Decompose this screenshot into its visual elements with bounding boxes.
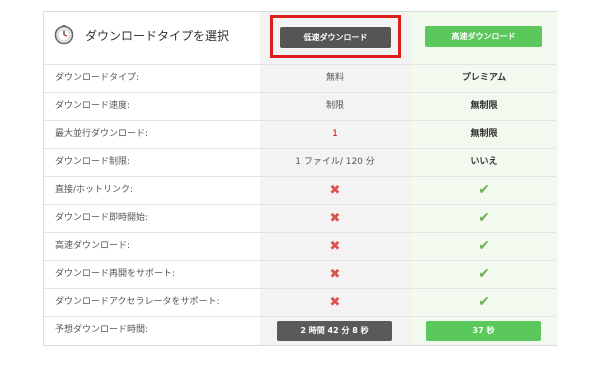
table-row: 高速ダウンロード: ✖ ✔ (44, 232, 556, 260)
clock-icon (54, 25, 74, 45)
cross-icon: ✖ (329, 295, 341, 310)
row-label: 予想ダウンロード時間: (55, 325, 149, 335)
cross-icon: ✖ (329, 211, 341, 226)
free-value: ✖ (260, 289, 410, 318)
free-value: 1 ファイル/ 120 分 (295, 157, 375, 167)
free-value: ✖ (260, 261, 410, 290)
row-label: ダウンロード再開をサポート: (55, 269, 176, 279)
slow-time-badge[interactable]: 2 時間 42 分 8 秒 (277, 321, 392, 341)
page-title: ダウンロードタイプを選択 (85, 29, 230, 43)
download-type-table: ダウンロードタイプを選択 低速ダウンロード 高速ダウンロード ダウンロードタイプ… (43, 11, 558, 346)
free-value: 制限 (325, 101, 344, 111)
table-row: 最大並行ダウンロード: 1 無制限 (44, 120, 556, 148)
free-value: 無料 (325, 73, 344, 83)
premium-value: ✔ (410, 261, 558, 290)
cross-icon: ✖ (329, 267, 341, 282)
row-label: ダウンロードアクセラレータをサポート: (55, 297, 220, 307)
check-icon: ✔ (478, 294, 490, 310)
estimated-time-row: 予想ダウンロード時間: 2 時間 42 分 8 秒 37 秒 (44, 316, 556, 344)
highlight-box (270, 15, 401, 58)
row-label: ダウンロード即時開始: (55, 213, 149, 223)
row-label: 直接/ホットリンク: (55, 185, 134, 195)
table-row: 直接/ホットリンク: ✖ ✔ (44, 176, 556, 204)
row-label: 最大並行ダウンロード: (55, 129, 149, 139)
premium-value: ✔ (410, 205, 558, 234)
premium-value: いいえ (470, 157, 498, 167)
table-row: ダウンロード速度: 制限 無制限 (44, 92, 556, 120)
free-value: ✖ (260, 233, 410, 262)
fast-time-badge[interactable]: 37 秒 (426, 321, 541, 341)
table-row: ダウンロードアクセラレータをサポート: ✖ ✔ (44, 288, 556, 316)
free-value: 1 (260, 121, 410, 148)
premium-value: ✔ (410, 289, 558, 318)
table-row: ダウンロード再開をサポート: ✖ ✔ (44, 260, 556, 288)
free-value-text: 1 (332, 129, 338, 139)
row-label: ダウンロード速度: (55, 101, 131, 111)
premium-value: ✔ (410, 177, 558, 206)
check-icon: ✔ (478, 238, 490, 254)
table-row: ダウンロード即時開始: ✖ ✔ (44, 204, 556, 232)
check-icon: ✔ (478, 210, 490, 226)
table-row: ダウンロードタイプ: 無料 プレミアム (44, 64, 556, 92)
row-label: 高速ダウンロード: (55, 241, 131, 251)
cross-icon: ✖ (329, 183, 341, 198)
premium-value: ✔ (410, 233, 558, 262)
row-label: ダウンロードタイプ: (55, 73, 140, 83)
cross-icon: ✖ (329, 239, 341, 254)
premium-value: 無制限 (470, 129, 498, 139)
premium-value: プレミアム (461, 73, 507, 83)
free-value: ✖ (260, 205, 410, 234)
check-icon: ✔ (478, 266, 490, 282)
table-header: ダウンロードタイプを選択 低速ダウンロード 高速ダウンロード (44, 12, 556, 64)
premium-value: 無制限 (470, 101, 498, 111)
free-value: ✖ (260, 177, 410, 206)
table-row: ダウンロード制限: 1 ファイル/ 120 分 いいえ (44, 148, 556, 176)
check-icon: ✔ (478, 182, 490, 198)
row-label: ダウンロード制限: (55, 157, 131, 167)
fast-download-button[interactable]: 高速ダウンロード (425, 26, 542, 47)
